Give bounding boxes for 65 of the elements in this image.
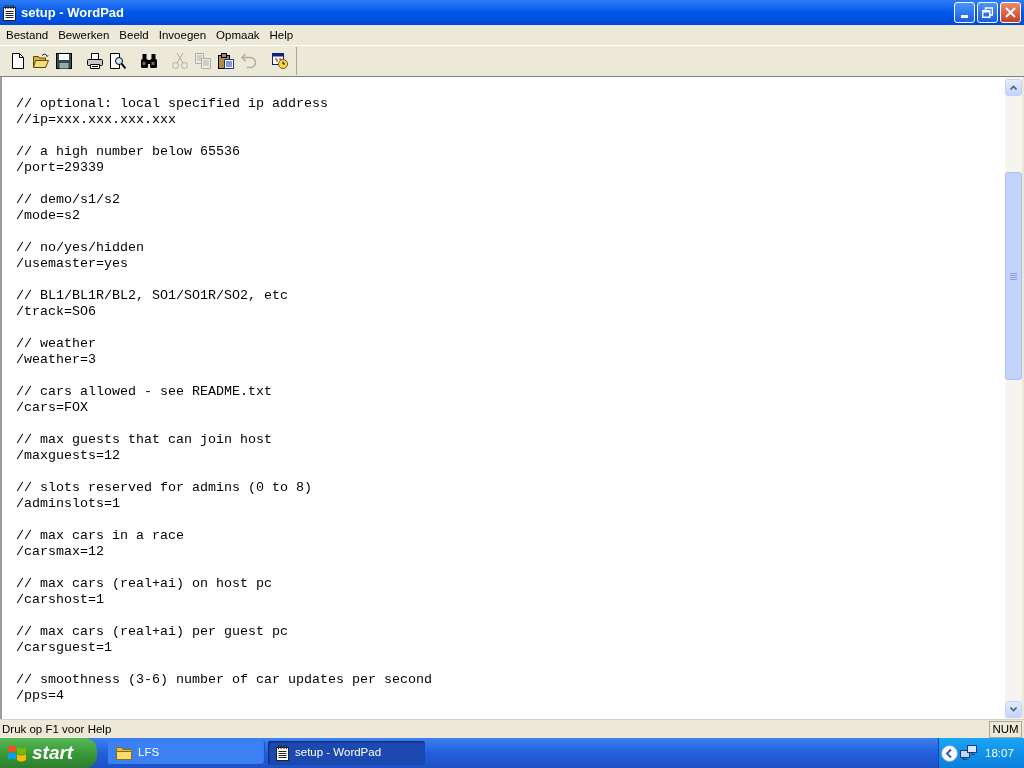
- menu-item[interactable]: Help: [264, 26, 299, 44]
- status-text: Druk op F1 voor Help: [2, 722, 112, 736]
- text-line: // max guests that can join host: [16, 432, 272, 448]
- network-icon[interactable]: [960, 745, 977, 761]
- close-button[interactable]: [1000, 2, 1021, 23]
- text-line: /carsguest=1: [16, 640, 112, 656]
- text-line: /mode=s2: [16, 208, 80, 224]
- text-line: // weather: [16, 336, 96, 352]
- restore-icon: [982, 7, 993, 18]
- start-button[interactable]: start: [0, 738, 97, 768]
- text-line: /pps=4: [16, 688, 64, 704]
- close-icon: [1005, 7, 1016, 18]
- text-line: // optional: local specified ip address: [16, 96, 328, 112]
- text-line: // a high number below 65536: [16, 144, 240, 160]
- grip-icon: [1010, 272, 1017, 280]
- notepad-icon: [276, 745, 289, 761]
- folder-icon[interactable]: [32, 53, 49, 69]
- taskbar-button[interactable]: setup - WordPad: [268, 741, 425, 765]
- text-line: /cars=FOX: [16, 400, 88, 416]
- minimize-button[interactable]: [954, 2, 975, 23]
- text-line: /carshost=1: [16, 592, 104, 608]
- text-line: /carsmax=12: [16, 544, 104, 560]
- minimize-icon: [961, 15, 968, 18]
- text-line: // max cars (real+ai) on host pc: [16, 576, 272, 592]
- restore-button[interactable]: [977, 2, 998, 23]
- num-indicator: NUM: [989, 720, 1022, 738]
- taskbar-button[interactable]: LFS: [108, 741, 265, 765]
- text-line: // slots reserved for admins (0 to 8): [16, 480, 312, 496]
- text-line: /weather=3: [16, 352, 96, 368]
- printer-icon[interactable]: [86, 53, 103, 69]
- chevron-down-icon: [1010, 707, 1017, 712]
- binoculars-icon[interactable]: [140, 53, 157, 69]
- text-line: //ip=xxx.xxx.xxx.xxx: [16, 112, 176, 128]
- text-line: /usemaster=yes: [16, 256, 128, 272]
- page-magnifier-icon[interactable]: [109, 53, 126, 69]
- text-line: // cars allowed - see README.txt: [16, 384, 272, 400]
- calendar-clock-icon[interactable]: [271, 53, 288, 69]
- page-icon[interactable]: [9, 53, 26, 69]
- scroll-thumb[interactable]: [1005, 172, 1022, 380]
- menu-item[interactable]: Opmaak: [211, 26, 265, 44]
- text-line: // max cars (real+ai) per guest pc: [16, 624, 288, 640]
- scroll-up-button[interactable]: [1005, 79, 1022, 96]
- scroll-down-button[interactable]: [1005, 701, 1022, 718]
- text-line: /track=SO6: [16, 304, 96, 320]
- chevron-left-icon[interactable]: [941, 744, 958, 762]
- vertical-scrollbar[interactable]: [1005, 77, 1022, 719]
- folder-icon: [116, 746, 132, 760]
- text-line: /adminslots=1: [16, 496, 120, 512]
- text-line: // demo/s1/s2: [16, 192, 120, 208]
- text-line: /maxguests=12: [16, 448, 120, 464]
- menu-item[interactable]: Beeld: [114, 26, 154, 44]
- text-line: /port=29339: [16, 160, 104, 176]
- notepad-icon: [3, 4, 16, 21]
- window-title: setup - WordPad: [21, 4, 125, 21]
- text-line: // max cars in a race: [16, 528, 184, 544]
- chevron-up-icon: [1010, 85, 1017, 90]
- windows-flag-icon: [7, 744, 27, 762]
- menu-item[interactable]: Bewerken: [53, 26, 115, 44]
- menu-item[interactable]: Invoegen: [153, 26, 212, 44]
- text-line: // BL1/BL1R/BL2, SO1/SO1R/SO2, etc: [16, 288, 288, 304]
- clipboard-icon[interactable]: [217, 53, 234, 69]
- text-line: // smoothness (3-6) number of car updates per second: [16, 672, 432, 688]
- text-line: // no/yes/hidden: [16, 240, 144, 256]
- clock-text: 18:07: [985, 746, 1014, 760]
- menu-item[interactable]: Bestand: [1, 26, 54, 44]
